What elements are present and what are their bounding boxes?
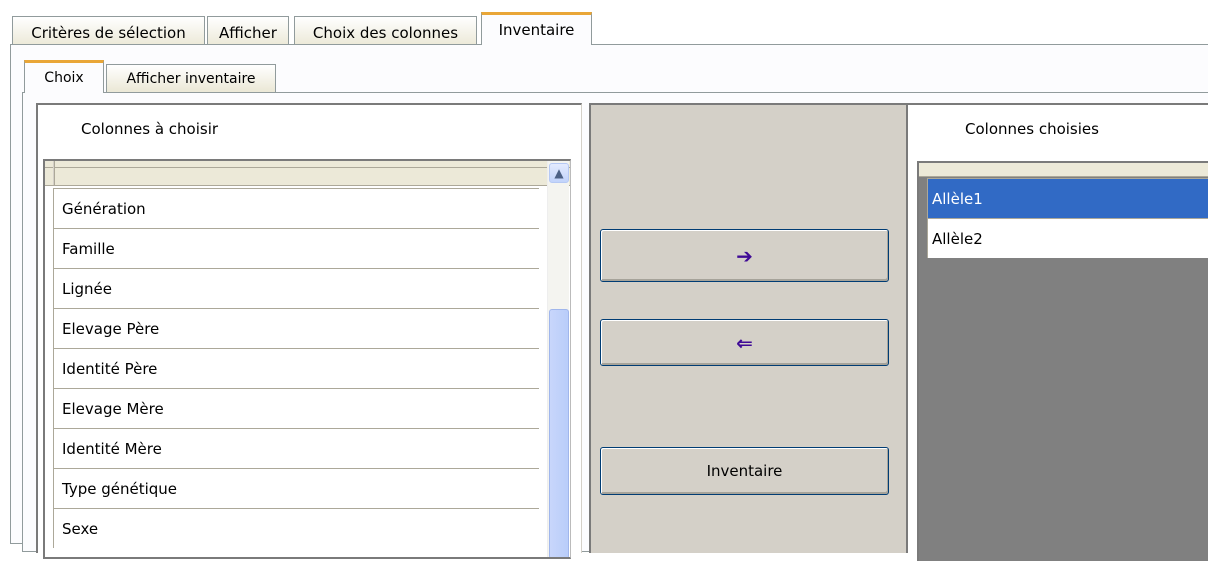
- left-arrow-icon: ⇐: [736, 330, 753, 355]
- list-item[interactable]: Elevage Mère: [53, 388, 539, 428]
- subtab-afficher-inventaire[interactable]: Afficher inventaire: [106, 64, 276, 93]
- list-item[interactable]: Sexe: [53, 508, 539, 548]
- list-item[interactable]: Génération: [53, 188, 539, 228]
- list-item-selected[interactable]: Allèle1: [927, 178, 1208, 218]
- tab-inventaire[interactable]: Inventaire: [481, 12, 592, 45]
- available-columns-list[interactable]: Génération Famille Lignée Elevage Père I…: [43, 159, 571, 559]
- add-column-button[interactable]: ➔: [600, 229, 889, 282]
- scrollbar-thumb[interactable]: [549, 309, 569, 557]
- chosen-columns-list[interactable]: Allèle1 Allèle2: [917, 161, 1208, 561]
- list-item[interactable]: Identité Père: [53, 348, 539, 388]
- remove-column-button[interactable]: ⇐: [600, 319, 889, 366]
- vertical-scrollbar[interactable]: ▲: [547, 161, 569, 557]
- inventory-button[interactable]: Inventaire: [600, 447, 889, 495]
- list-item[interactable]: Type génétique: [53, 468, 539, 508]
- chosen-columns-title: Colonnes choisies: [965, 120, 1099, 138]
- scroll-up-icon[interactable]: ▲: [549, 163, 569, 183]
- subtab-choix[interactable]: Choix: [24, 60, 104, 93]
- list-item[interactable]: Identité Mère: [53, 428, 539, 468]
- available-columns-title: Colonnes à choisir: [81, 120, 219, 138]
- list-item[interactable]: Elevage Père: [53, 308, 539, 348]
- list-item[interactable]: Lignée: [53, 268, 539, 308]
- list-item[interactable]: Allèle2: [927, 218, 1208, 258]
- list-item[interactable]: Famille: [53, 228, 539, 268]
- list-header: [919, 163, 1208, 177]
- right-arrow-icon: ➔: [736, 243, 753, 268]
- list-header: [45, 161, 570, 186]
